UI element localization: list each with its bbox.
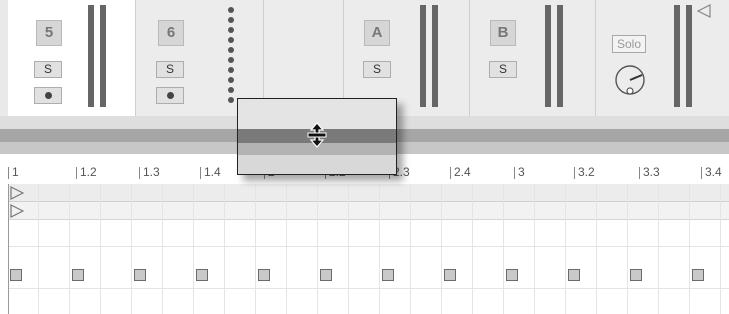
step-note[interactable] [506, 269, 518, 281]
step-note[interactable] [10, 269, 22, 281]
resize-handle-dots[interactable] [227, 6, 235, 106]
level-meter-left [420, 5, 426, 107]
ruler-tick: 3 [514, 165, 525, 179]
record-arm-button[interactable] [156, 87, 184, 104]
step-note[interactable] [196, 269, 208, 281]
grid-line [38, 184, 39, 314]
grid-line [131, 184, 132, 314]
step-note[interactable] [134, 269, 146, 281]
grid-line [286, 184, 287, 314]
grid-line [658, 184, 659, 314]
step-note[interactable] [258, 269, 270, 281]
step-note[interactable] [382, 269, 394, 281]
return-strip-b[interactable]: B S [470, 0, 596, 116]
grid-line [689, 184, 690, 314]
grid-line [379, 184, 380, 314]
ruler-tick: 3.3 [639, 165, 660, 179]
ruler-tick: 1 [8, 165, 19, 179]
lane-left-border [8, 184, 9, 314]
solo-button[interactable]: S [363, 61, 391, 78]
grid-line [69, 184, 70, 314]
track-number-button[interactable]: 5 [36, 20, 62, 46]
record-arm-button[interactable] [34, 87, 62, 104]
solo-button[interactable]: S [34, 61, 62, 78]
grid-line [410, 184, 411, 314]
play-triangle-icon[interactable] [10, 186, 25, 200]
drag-preview-ruler [238, 155, 396, 174]
level-meter-left [88, 5, 94, 107]
ruler-tick: 1.2 [76, 165, 97, 179]
master-solo-button[interactable]: Solo [612, 35, 646, 53]
step-note[interactable] [320, 269, 332, 281]
step-note[interactable] [568, 269, 580, 281]
resize-cursor-icon [304, 122, 330, 148]
grid-line [534, 184, 535, 314]
grid-line [627, 184, 628, 314]
step-note[interactable] [444, 269, 456, 281]
record-icon [166, 92, 174, 100]
grid-line [317, 184, 318, 314]
collapse-triangle-icon[interactable] [696, 4, 712, 18]
record-icon [44, 92, 52, 100]
ruler-tick: 1.3 [139, 165, 160, 179]
track-letter-button[interactable]: A [364, 20, 390, 46]
ruler-tick: 3.2 [574, 165, 595, 179]
grid-line [100, 184, 101, 314]
grid-line [596, 184, 597, 314]
pan-knob-icon[interactable] [611, 61, 649, 99]
ruler-tick: 1.4 [200, 165, 221, 179]
grid-line [224, 184, 225, 314]
grid-line [503, 184, 504, 314]
level-meter-left [545, 5, 551, 107]
step-note[interactable] [692, 269, 704, 281]
grid-line [255, 184, 256, 314]
solo-button[interactable]: S [156, 61, 184, 78]
level-meter-right [686, 5, 692, 107]
step-note[interactable] [72, 269, 84, 281]
level-meter-right [557, 5, 563, 107]
step-note[interactable] [630, 269, 642, 281]
grid-line [162, 184, 163, 314]
ruler-tick: 3.4 [701, 165, 722, 179]
grid-line [348, 184, 349, 314]
level-meter-left [674, 5, 680, 107]
grid-line [472, 184, 473, 314]
grid-line [441, 184, 442, 314]
play-triangle-icon[interactable] [10, 204, 25, 218]
level-meter-right [100, 5, 106, 107]
solo-button[interactable]: S [489, 61, 517, 78]
grid-line [193, 184, 194, 314]
clip-lanes[interactable] [0, 184, 729, 314]
track-number-button[interactable]: 6 [158, 20, 184, 46]
lane-row-2[interactable] [8, 202, 729, 220]
grid-line [565, 184, 566, 314]
track-strip-5[interactable]: 5 S [8, 0, 136, 116]
track-letter-button[interactable]: B [490, 20, 516, 46]
level-meter-right [432, 5, 438, 107]
lane-row-1[interactable] [8, 184, 729, 202]
grid-line [8, 288, 729, 289]
ruler-tick: 2.4 [450, 165, 471, 179]
grid-line [8, 246, 729, 247]
grid-line [720, 184, 721, 314]
